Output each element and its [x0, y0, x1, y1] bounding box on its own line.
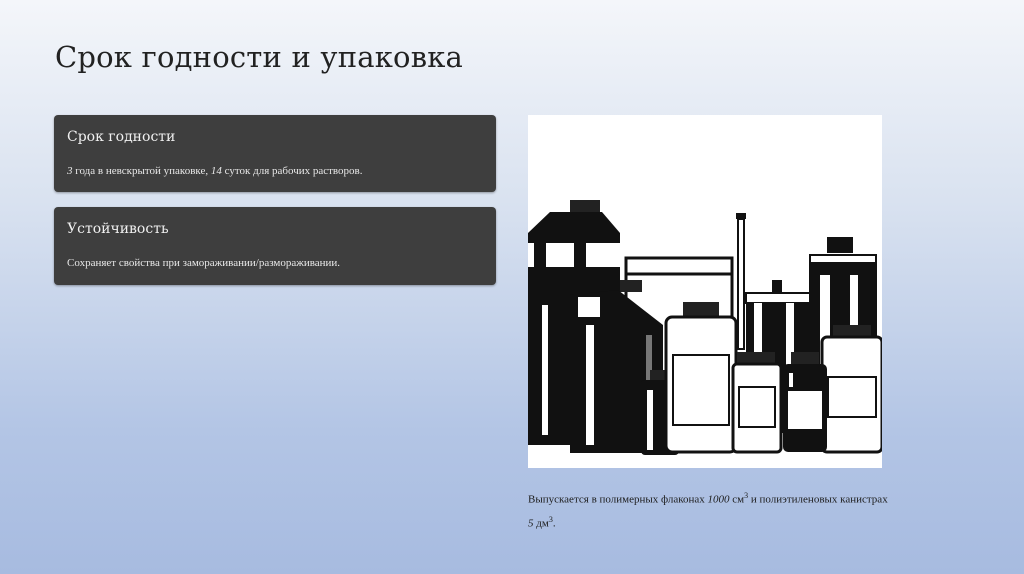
stability-title: Устойчивость: [67, 221, 169, 237]
white-bottle-icon: [664, 302, 738, 454]
small-white-bottle-icon: [731, 352, 783, 454]
stability-text: Сохраняет свойства при замораживании/раз…: [67, 257, 341, 269]
slide-title: Срок годности и упаковка: [55, 40, 464, 74]
caption-volume-unit: см: [729, 493, 745, 506]
shelf-life-days: 14: [210, 165, 222, 177]
caption-part1: Выпускается в полимерных флаконах: [528, 493, 708, 506]
caption-canister-unit: дм: [533, 517, 549, 530]
small-dark-jar-icon: [783, 352, 827, 452]
shelf-life-card: Срок годности 3 года в невскрытой упаков…: [54, 115, 496, 192]
caption-volume-value: 1000: [707, 493, 730, 506]
pipe-icon: [736, 213, 746, 350]
caption-end: .: [552, 517, 556, 530]
shelf-life-text: 3 года в невскрытой упаковке, 14 суток д…: [67, 165, 363, 177]
white-jar-icon: [820, 325, 884, 454]
packaging-caption: Выпускается в полимерных флаконах 1000 с…: [528, 486, 988, 533]
bottles-and-canisters-illustration: [528, 115, 884, 468]
shelf-life-text-part1: года в невскрытой упаковке,: [72, 165, 211, 177]
stability-card: Устойчивость Сохраняет свойства при замо…: [54, 207, 496, 285]
caption-part2: и полиэтиленовых канистрах: [748, 493, 888, 506]
shelf-life-text-part2: суток для рабочих растворов.: [221, 165, 363, 177]
shelf-life-title: Срок годности: [67, 129, 176, 145]
